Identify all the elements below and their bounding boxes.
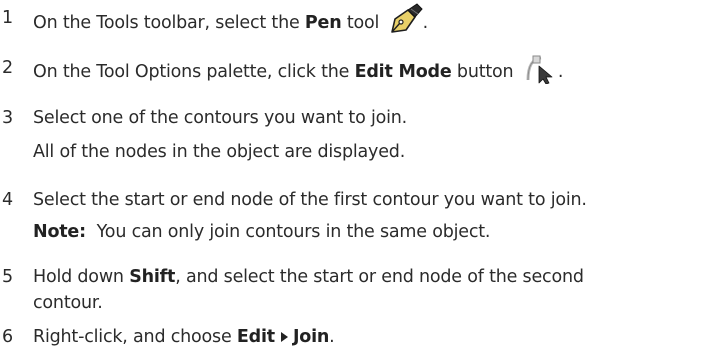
note-text: You can only join contours in the same o… xyxy=(96,222,491,242)
edit-mode-label: Edit Mode xyxy=(354,62,452,82)
step-number: 2 xyxy=(2,58,13,78)
step-text: On the Tools toolbar, select the Pen too… xyxy=(33,3,428,39)
instruction-steps: 1 On the Tools toolbar, select the Pen t… xyxy=(0,0,710,356)
step-result-text: All of the nodes in the object are displ… xyxy=(33,142,406,162)
note-label: Note: xyxy=(33,222,86,242)
pen-nib-icon xyxy=(389,3,423,35)
edit-mode-pointer-icon xyxy=(524,54,558,85)
step-number: 6 xyxy=(2,327,13,347)
step-text-continued: contour. xyxy=(33,293,103,313)
step-text: On the Tool Options palette, click the E… xyxy=(33,54,563,87)
menu-edit-label: Edit xyxy=(236,327,275,347)
note: Note: You can only join contours in the … xyxy=(33,221,490,243)
step-text: Select one of the contours you want to j… xyxy=(33,108,408,128)
step-number: 4 xyxy=(2,190,13,210)
step-number: 1 xyxy=(2,8,13,28)
step-number: 3 xyxy=(2,108,13,128)
step-number: 5 xyxy=(2,267,13,287)
step-text: Select the start or end node of the firs… xyxy=(33,190,587,210)
menu-arrow-icon xyxy=(280,331,288,342)
shift-key-label: Shift xyxy=(129,267,176,287)
step-text: Hold down Shift, and select the start or… xyxy=(33,267,584,287)
pen-tool-label: Pen xyxy=(304,13,342,33)
step-text: Right-click, and choose Edit Join. xyxy=(33,327,335,347)
menu-join-label: Join xyxy=(292,327,330,347)
